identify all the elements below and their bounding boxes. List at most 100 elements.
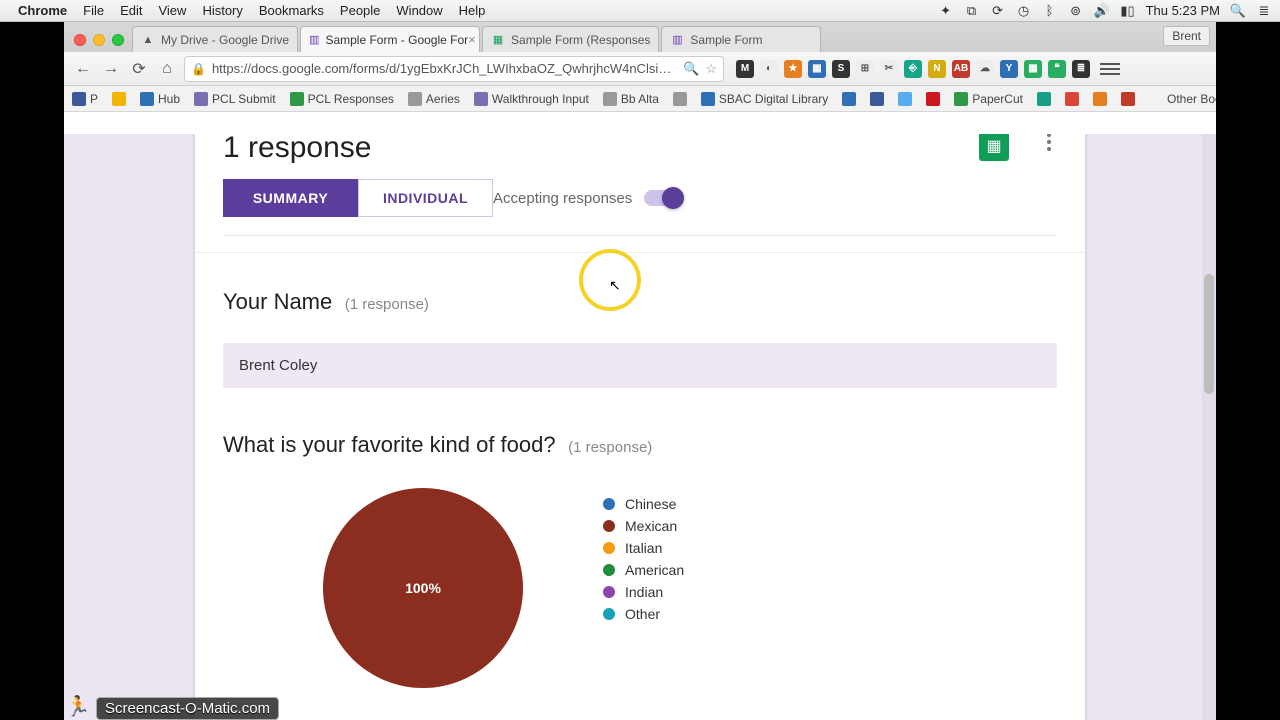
- ext-adblock-icon[interactable]: AB: [952, 60, 970, 78]
- bookmark-item[interactable]: [842, 92, 856, 106]
- ext-icon[interactable]: ★: [784, 60, 802, 78]
- bookmark-item[interactable]: [1121, 92, 1135, 106]
- ext-icon[interactable]: ▦: [1024, 60, 1042, 78]
- page-viewport: 1 response SUMMARY INDIVIDUAL Accepting …: [64, 134, 1216, 720]
- menu-view[interactable]: View: [158, 3, 186, 18]
- menu-edit[interactable]: Edit: [120, 3, 142, 18]
- responses-menu-icon[interactable]: [1047, 134, 1051, 151]
- tab-individual[interactable]: INDIVIDUAL: [358, 179, 493, 217]
- volume-icon[interactable]: 🔊: [1094, 3, 1110, 19]
- battery-icon[interactable]: ▮▯: [1120, 3, 1136, 19]
- bookmark-pcl-responses[interactable]: PCL Responses: [290, 92, 394, 106]
- chrome-window: ▲ My Drive - Google Drive ▥ Sample Form …: [64, 22, 1216, 720]
- search-in-omnibox-icon[interactable]: 🔍: [683, 61, 699, 77]
- bookmark-bb-alta[interactable]: Bb Alta: [603, 92, 659, 106]
- browser-tab-drive[interactable]: ▲ My Drive - Google Drive: [132, 26, 298, 52]
- ext-icon[interactable]: ☁: [976, 60, 994, 78]
- legend-swatch-icon: [603, 608, 615, 620]
- minimize-window-icon[interactable]: [93, 34, 105, 46]
- bookmark-item[interactable]: [870, 92, 884, 106]
- bookmark-item[interactable]: [1037, 92, 1051, 106]
- bookmark-hub[interactable]: Hub: [140, 92, 180, 106]
- spotlight-icon[interactable]: 🔍: [1230, 3, 1246, 19]
- tab-label: Sample Form - Google For: [325, 33, 468, 47]
- browser-toolbar: ← → ⟳ ⌂ 🔒 https://docs.google.com/forms/…: [64, 52, 1216, 86]
- browser-tab-responses-sheet[interactable]: ▦ Sample Form (Responses: [482, 26, 659, 52]
- ext-icon[interactable]: ✂: [880, 60, 898, 78]
- ext-icon[interactable]: S: [832, 60, 850, 78]
- legend-label: Mexican: [625, 518, 677, 534]
- reload-button[interactable]: ⟳: [128, 58, 150, 80]
- ext-icon[interactable]: M: [736, 60, 754, 78]
- window-controls[interactable]: [68, 34, 132, 52]
- bookmark-sbac[interactable]: SBAC Digital Library: [701, 92, 828, 106]
- bookmark-item[interactable]: [112, 92, 126, 106]
- browser-tab-form-editor[interactable]: ▥ Sample Form - Google For ×: [300, 26, 480, 52]
- menu-clock[interactable]: Thu 5:23 PM: [1146, 3, 1220, 18]
- browser-tab-live-form[interactable]: ▥ Sample Form: [661, 26, 821, 52]
- lock-icon: 🔒: [191, 62, 206, 76]
- ext-icon[interactable]: Y: [1000, 60, 1018, 78]
- sync-icon[interactable]: ⟳: [990, 3, 1006, 19]
- bookmark-label: PaperCut: [972, 92, 1023, 106]
- bookmark-item[interactable]: [1065, 92, 1079, 106]
- home-button[interactable]: ⌂: [156, 58, 178, 80]
- menu-help[interactable]: Help: [459, 3, 486, 18]
- ext-icon[interactable]: ⎆: [904, 60, 922, 78]
- bookmark-item[interactable]: [1093, 92, 1107, 106]
- other-bookmarks[interactable]: Other Bookmarks: [1163, 92, 1216, 106]
- view-in-sheets-button[interactable]: ▦: [979, 134, 1009, 161]
- menu-people[interactable]: People: [340, 3, 380, 18]
- clock-icon[interactable]: ◷: [1016, 3, 1032, 19]
- accepting-responses-toggle[interactable]: [644, 190, 682, 206]
- chart-legend: ChineseMexicanItalianAmericanIndianOther: [603, 496, 684, 622]
- ext-icon[interactable]: N: [928, 60, 946, 78]
- bookmark-aeries[interactable]: Aeries: [408, 92, 460, 106]
- legend-swatch-icon: [603, 586, 615, 598]
- scrollbar-thumb[interactable]: [1204, 274, 1214, 394]
- dropbox-icon[interactable]: ⧉: [964, 3, 980, 19]
- back-button[interactable]: ←: [72, 58, 94, 80]
- chrome-menu-icon[interactable]: [1100, 63, 1120, 75]
- bookmark-walkthrough[interactable]: Walkthrough Input: [474, 92, 589, 106]
- bluetooth-icon[interactable]: ᛒ: [1042, 3, 1058, 19]
- forward-button[interactable]: →: [100, 58, 122, 80]
- profile-badge[interactable]: Brent: [1163, 26, 1210, 46]
- address-bar[interactable]: 🔒 https://docs.google.com/forms/d/1ygEbx…: [184, 56, 724, 82]
- bookmark-item[interactable]: [673, 92, 687, 106]
- ext-hangouts-icon[interactable]: ❝: [1048, 60, 1066, 78]
- ext-icon[interactable]: ⊞: [856, 60, 874, 78]
- evernote-icon[interactable]: ✦: [938, 3, 954, 19]
- menu-file[interactable]: File: [83, 3, 104, 18]
- vertical-scrollbar[interactable]: [1202, 134, 1216, 720]
- bookmark-item[interactable]: [926, 92, 940, 106]
- responses-count-title: 1 response: [223, 134, 682, 165]
- forms-favicon-icon: ▥: [670, 33, 684, 47]
- bookmark-item[interactable]: [898, 92, 912, 106]
- fullscreen-window-icon[interactable]: [112, 34, 124, 46]
- menu-history[interactable]: History: [202, 3, 242, 18]
- bookmark-papercut[interactable]: PaperCut: [954, 92, 1023, 106]
- question-response-count: (1 response): [345, 296, 429, 313]
- menu-bookmarks[interactable]: Bookmarks: [259, 3, 324, 18]
- menu-window[interactable]: Window: [396, 3, 442, 18]
- close-window-icon[interactable]: [74, 34, 86, 46]
- legend-label: Chinese: [625, 496, 676, 512]
- ext-icon[interactable]: ▦: [808, 60, 826, 78]
- legend-swatch-icon: [603, 520, 615, 532]
- menu-app-name[interactable]: Chrome: [18, 3, 67, 18]
- wifi-icon[interactable]: ⊚: [1068, 3, 1084, 19]
- ext-icon[interactable]: ≣: [1072, 60, 1090, 78]
- star-icon[interactable]: ☆: [705, 61, 717, 77]
- tab-summary[interactable]: SUMMARY: [223, 179, 358, 217]
- tab-close-icon[interactable]: ×: [468, 32, 476, 47]
- bookmark-label: PCL Responses: [308, 92, 394, 106]
- letterbox-left: [0, 22, 64, 720]
- legend-label: Other: [625, 606, 660, 622]
- bookmark-item[interactable]: P: [72, 92, 98, 106]
- menu-list-icon[interactable]: ≣: [1256, 3, 1272, 19]
- bookmark-pcl-submit[interactable]: PCL Submit: [194, 92, 276, 106]
- divider: [195, 252, 1085, 253]
- tab-label: Sample Form: [690, 33, 762, 47]
- ext-icon[interactable]: ◐: [760, 60, 778, 78]
